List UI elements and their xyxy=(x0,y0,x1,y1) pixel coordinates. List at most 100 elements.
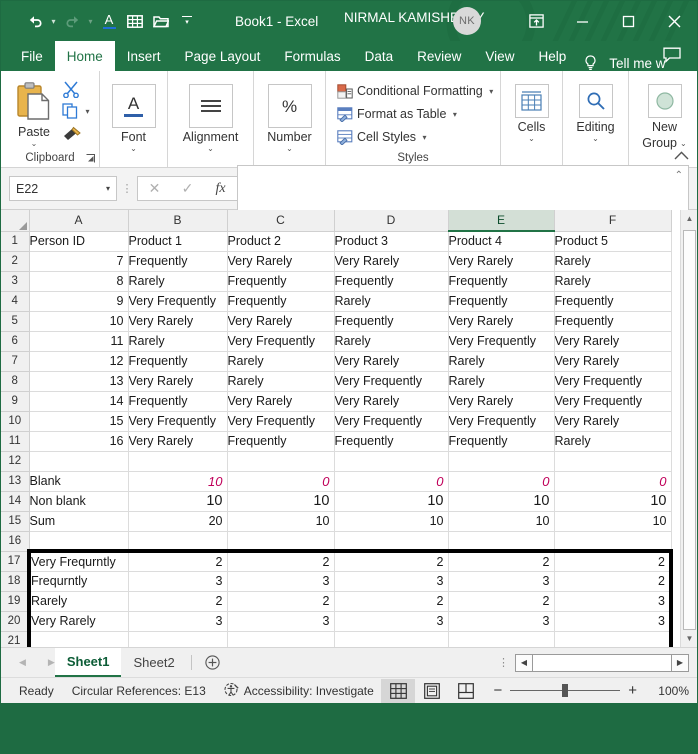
row-header-14[interactable]: 14 xyxy=(1,491,30,512)
cell-C12[interactable] xyxy=(227,451,335,472)
cell-F16[interactable] xyxy=(554,531,672,552)
cell-B8[interactable]: Very Rarely xyxy=(128,371,228,392)
cell-B1[interactable]: Product 1 xyxy=(128,231,228,252)
cell-D16[interactable] xyxy=(334,531,449,552)
row-header-13[interactable]: 13 xyxy=(1,471,30,492)
cell-E16[interactable] xyxy=(448,531,555,552)
borders-icon[interactable] xyxy=(123,8,147,34)
cancel-icon[interactable]: ✕ xyxy=(138,177,171,200)
cell-C2[interactable]: Very Rarely xyxy=(227,251,335,272)
conditional-formatting-button[interactable]: Conditional Formatting ▾ xyxy=(337,81,496,101)
tab-help[interactable]: Help xyxy=(526,41,578,71)
cell-E5[interactable]: Very Rarely xyxy=(448,311,555,332)
cell-A3[interactable]: 8 xyxy=(29,271,129,292)
cell-F12[interactable] xyxy=(554,451,672,472)
cell-D13[interactable]: 0 xyxy=(334,471,449,492)
cell-A13[interactable]: Blank xyxy=(29,471,129,492)
row-header-10[interactable]: 10 xyxy=(1,411,30,432)
column-header-c[interactable]: C xyxy=(227,210,335,232)
cell-D6[interactable]: Rarely xyxy=(334,331,449,352)
formula-bar-splitter[interactable]: ⋮ xyxy=(117,182,137,195)
cell-B17[interactable]: 2 xyxy=(128,549,228,572)
cell-A10[interactable]: 15 xyxy=(29,411,129,432)
cell-A17[interactable]: Very Frequrntly xyxy=(27,549,129,572)
cell-E10[interactable]: Very Frequently xyxy=(448,411,555,432)
cut-button[interactable] xyxy=(62,79,92,99)
row-header-5[interactable]: 5 xyxy=(1,311,30,332)
cell-F8[interactable]: Very Frequently xyxy=(554,371,672,392)
new-group-button[interactable]: New Group ⌄ xyxy=(633,82,697,150)
cell-A11[interactable]: 16 xyxy=(29,431,129,452)
cell-C3[interactable]: Frequently xyxy=(227,271,335,292)
sheet-options-icon[interactable]: ⋮ xyxy=(498,648,515,677)
comments-icon[interactable] xyxy=(663,47,681,68)
format-painter-button[interactable] xyxy=(62,123,92,143)
page-layout-view-button[interactable] xyxy=(415,679,449,703)
new-group-dropdown-icon[interactable]: ⌄ xyxy=(680,140,687,148)
cell-D14[interactable]: 10 xyxy=(334,491,449,512)
cell-B12[interactable] xyxy=(128,451,228,472)
cell-F21[interactable] xyxy=(554,631,673,647)
cell-C11[interactable]: Frequently xyxy=(227,431,335,452)
cell-styles-button[interactable]: Cell Styles ▾ xyxy=(337,127,429,147)
cell-styles-dropdown-icon[interactable]: ▾ xyxy=(420,133,429,142)
zoom-level[interactable]: 100% xyxy=(645,684,689,698)
cell-C16[interactable] xyxy=(227,531,335,552)
cell-E6[interactable]: Very Frequently xyxy=(448,331,555,352)
cell-A21[interactable] xyxy=(27,631,129,647)
cell-C10[interactable]: Very Frequently xyxy=(227,411,335,432)
cell-B4[interactable]: Very Frequently xyxy=(128,291,228,312)
cell-B6[interactable]: Rarely xyxy=(128,331,228,352)
cell-B10[interactable]: Very Frequently xyxy=(128,411,228,432)
cell-B16[interactable] xyxy=(128,531,228,552)
paste-button[interactable]: Paste ⌄ xyxy=(8,77,60,148)
cell-E20[interactable]: 3 xyxy=(448,611,555,632)
cell-B11[interactable]: Very Rarely xyxy=(128,431,228,452)
cells-dropdown-icon[interactable]: ⌄ xyxy=(528,135,535,143)
cell-D5[interactable]: Frequently xyxy=(334,311,449,332)
number-dropdown-icon[interactable]: ⌄ xyxy=(286,145,293,153)
cell-D20[interactable]: 3 xyxy=(334,611,449,632)
cell-D7[interactable]: Very Rarely xyxy=(334,351,449,372)
enter-icon[interactable]: ✓ xyxy=(171,177,204,200)
customize-qat-icon[interactable]: ▾ xyxy=(175,8,199,34)
zoom-slider-thumb[interactable] xyxy=(562,684,569,697)
cell-A16[interactable] xyxy=(29,531,129,552)
row-header-7[interactable]: 7 xyxy=(1,351,30,372)
cell-E8[interactable]: Rarely xyxy=(448,371,555,392)
cell-B14[interactable]: 10 xyxy=(128,491,228,512)
font-dropdown-icon[interactable]: ⌄ xyxy=(130,145,137,153)
horizontal-scrollbar[interactable]: ◀ ▶ xyxy=(515,648,697,677)
cell-E15[interactable]: 10 xyxy=(448,511,555,532)
lightbulb-icon[interactable] xyxy=(578,55,603,71)
cell-F7[interactable]: Very Rarely xyxy=(554,351,672,372)
cell-D2[interactable]: Very Rarely xyxy=(334,251,449,272)
alignment-dropdown-icon[interactable]: ⌄ xyxy=(207,145,214,153)
row-header-12[interactable]: 12 xyxy=(1,451,30,472)
cell-C5[interactable]: Very Rarely xyxy=(227,311,335,332)
cell-D15[interactable]: 10 xyxy=(334,511,449,532)
collapse-ribbon-icon[interactable] xyxy=(674,149,689,163)
row-header-21[interactable]: 21 xyxy=(1,631,30,647)
cell-E3[interactable]: Frequently xyxy=(448,271,555,292)
next-sheet-button[interactable]: ▶ xyxy=(48,657,55,668)
page-break-view-button[interactable] xyxy=(449,679,483,703)
tab-insert[interactable]: Insert xyxy=(115,41,173,71)
cell-F10[interactable]: Very Rarely xyxy=(554,411,672,432)
cell-A2[interactable]: 7 xyxy=(29,251,129,272)
cell-C4[interactable]: Frequently xyxy=(227,291,335,312)
cell-E1[interactable]: Product 4 xyxy=(448,231,555,252)
prev-sheet-button[interactable]: ◀ xyxy=(19,657,26,668)
cell-C6[interactable]: Very Frequently xyxy=(227,331,335,352)
cell-D19[interactable]: 2 xyxy=(334,591,449,612)
cell-B19[interactable]: 2 xyxy=(128,591,228,612)
name-box[interactable]: E22 ▾ xyxy=(9,176,117,201)
copy-dropdown-icon[interactable]: ▾ xyxy=(83,107,92,116)
select-all-corner[interactable] xyxy=(1,210,30,232)
format-as-table-button[interactable]: Format as Table ▾ xyxy=(337,104,459,124)
cell-C15[interactable]: 10 xyxy=(227,511,335,532)
cell-F2[interactable]: Rarely xyxy=(554,251,672,272)
circular-references-status[interactable]: Circular References: E13 xyxy=(72,684,206,698)
cell-A9[interactable]: 14 xyxy=(29,391,129,412)
cell-E11[interactable]: Frequently xyxy=(448,431,555,452)
